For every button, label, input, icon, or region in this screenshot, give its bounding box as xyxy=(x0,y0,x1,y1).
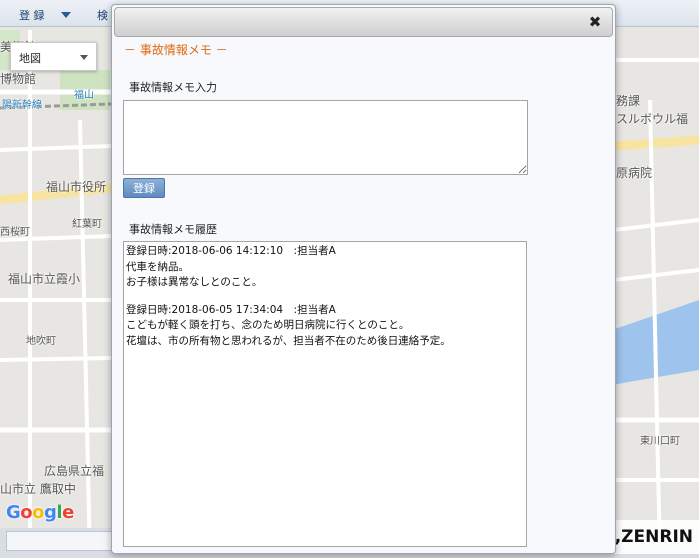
dialog-titlebar[interactable]: ✖ xyxy=(114,7,613,37)
memo-history-label: 事故情報メモ履歴 xyxy=(129,223,217,236)
map-label: 福山市立霞小 xyxy=(8,272,81,286)
map-label: 原病院 xyxy=(616,166,653,180)
history-entry-header: 登録日時:2018-06-06 14:12:10 :担当者A xyxy=(126,245,336,257)
map-label: スルボウル福 xyxy=(616,112,689,126)
bottom-input[interactable] xyxy=(6,531,112,551)
map-label: 務課 xyxy=(616,94,641,108)
map-type-select[interactable]: 地図 xyxy=(10,42,97,71)
history-entry-header: 登録日時:2018-06-05 17:34:04 :担当者A xyxy=(126,303,336,316)
map-label: 福山市役所 xyxy=(46,180,107,194)
memo-history[interactable]: 登録日時:2018-06-06 14:12:10 :担当者A 代車を納品。 お子… xyxy=(123,241,527,547)
search-menu[interactable]: 検 xyxy=(97,7,108,23)
map-label: 紅葉町 xyxy=(72,219,102,230)
history-entry-line: お子様は異常なしとのこと。 xyxy=(126,276,263,288)
chevron-down-icon[interactable] xyxy=(61,12,71,18)
history-entry-line: 花壇は、市の所有物と思われるが、担当者不在のため後日連絡予定。 xyxy=(126,334,451,347)
memo-input[interactable] xyxy=(123,100,528,175)
history-entry: 登録日時:2018-06-06 14:12:10 :担当者A 代車を納品。 お子… xyxy=(126,244,526,291)
dialog-heading: － 事故情報メモ － xyxy=(124,43,228,57)
map-label: 福山 xyxy=(74,90,94,101)
map-label: 地吹町 xyxy=(26,336,56,347)
register-button[interactable]: 登録 xyxy=(123,178,165,198)
map-label: 陽新幹線 xyxy=(2,100,42,111)
history-entry-line: 代車を納品。 xyxy=(126,260,189,273)
history-entry-line: こどもが軽く頭を打ち、念のため明日病院に行くとのこと。 xyxy=(126,319,410,331)
map-label: 広島県立福 xyxy=(44,464,105,478)
chevron-down-icon xyxy=(80,55,88,60)
map-label: 西桜町 xyxy=(0,227,30,238)
map-label: 東川口町 xyxy=(640,436,680,447)
memo-input-label: 事故情報メモ入力 xyxy=(129,81,217,94)
map-label: 山市立 鷹取中 xyxy=(0,482,76,496)
close-icon[interactable]: ✖ xyxy=(587,14,603,30)
map-label: 博物館 xyxy=(0,72,37,86)
map-type-label: 地図 xyxy=(19,52,41,65)
register-menu[interactable]: 登 録 xyxy=(19,7,45,23)
accident-memo-dialog: ✖ － 事故情報メモ － 事故情報メモ入力 登録 事故情報メモ履歴 登録日時:2… xyxy=(111,4,616,554)
google-logo: Google xyxy=(6,502,74,523)
history-entry: 登録日時:2018-06-05 17:34:04 :担当者A こどもが軽く頭を打… xyxy=(126,303,526,350)
